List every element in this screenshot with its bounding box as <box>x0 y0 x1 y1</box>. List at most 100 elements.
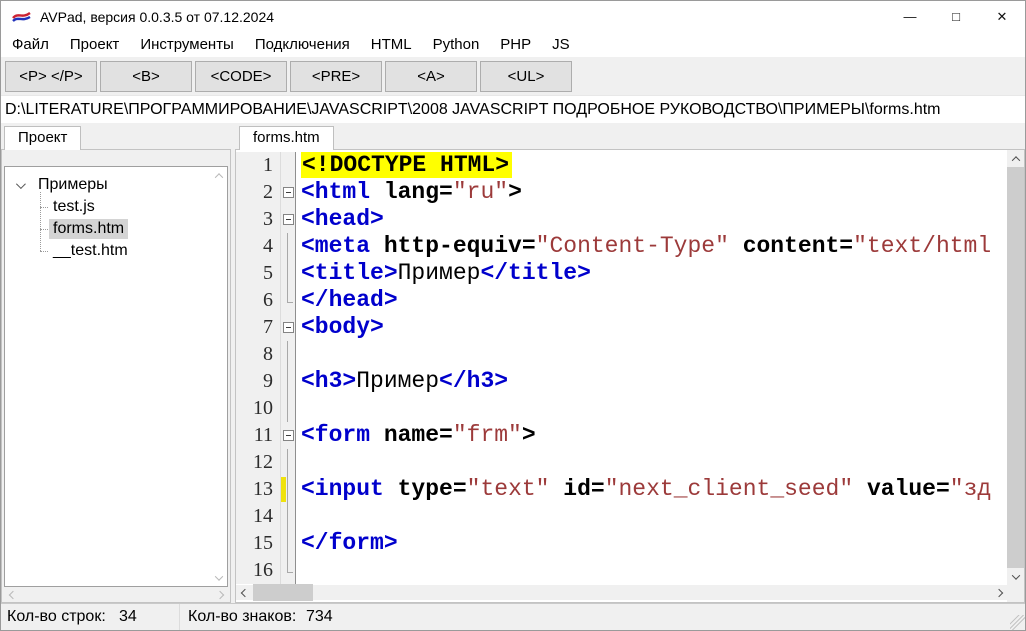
toolbar-button-0[interactable]: <P> </P> <box>5 60 97 92</box>
chevron-right-icon <box>215 590 224 599</box>
chevron-up-icon <box>1011 155 1020 165</box>
fold-toggle-icon[interactable] <box>280 422 296 449</box>
scroll-track <box>210 184 227 569</box>
fold-toggle-icon[interactable] <box>280 314 296 341</box>
lines-count-value: 34 <box>119 608 137 625</box>
fold-margin <box>280 260 296 287</box>
line-number: 10 <box>236 395 280 422</box>
app-logo-icon <box>12 11 31 22</box>
menu-item-1[interactable]: Проект <box>61 34 128 55</box>
line-number: 1 <box>236 152 280 179</box>
chevron-down-icon[interactable] <box>15 178 26 189</box>
tree-item[interactable]: test.js <box>5 196 210 218</box>
line-number: 12 <box>236 449 280 476</box>
menu-bar: Файл Проект Инструменты Подключения HTML Pyth… <box>1 32 1025 57</box>
editor-line: 3 <head> <box>236 206 1007 233</box>
line-number: 14 <box>236 503 280 530</box>
line-number: 15 <box>236 530 280 557</box>
fold-margin <box>280 449 296 476</box>
chars-count-label: Кол-во знаков: <box>188 608 297 625</box>
tree-item[interactable]: forms.htm <box>5 218 210 240</box>
tree-root-label: Примеры <box>38 176 108 193</box>
menu-item-4[interactable]: HTML <box>362 34 421 55</box>
window-title: AVPad, версия 0.0.3.5 от 07.12.2024 <box>40 8 275 25</box>
scroll-down-button[interactable] <box>210 569 227 586</box>
scroll-up-button[interactable] <box>1007 150 1024 167</box>
scrollbar-corner <box>1007 585 1024 602</box>
tab-forms-htm[interactable]: forms.htm <box>239 126 334 150</box>
chevron-down-icon <box>214 571 223 581</box>
editor-lines[interactable]: 1 <!DOCTYPE HTML> 2 <html lang="ru"> 3 <head>… <box>236 150 1007 585</box>
project-tree: Примеры test.js forms.htm __test.htm <box>4 166 228 587</box>
menu-item-3[interactable]: Подключения <box>246 34 359 55</box>
line-number: 4 <box>236 233 280 260</box>
scroll-thumb[interactable] <box>1007 167 1024 568</box>
chevron-down-icon <box>1011 570 1020 580</box>
fold-margin <box>280 233 296 260</box>
chevron-left-icon <box>8 590 17 599</box>
code-line: <form name="frm"> <box>301 422 536 448</box>
tree-horizontal-scrollbar[interactable] <box>4 587 228 602</box>
tree-item[interactable]: __test.htm <box>5 240 210 262</box>
toolbar-button-4[interactable]: <A> <box>385 60 477 92</box>
toolbar-button-5[interactable]: <UL> <box>480 60 572 92</box>
scroll-right-button[interactable] <box>211 587 228 602</box>
scroll-left-button[interactable] <box>236 584 253 601</box>
editor-line: 14 <box>236 503 1007 530</box>
tree-item-label: test.js <box>53 198 95 215</box>
code-line: <!DOCTYPE HTML> <box>296 152 1007 179</box>
fold-margin <box>280 557 296 584</box>
toolbar-button-3[interactable]: <PRE> <box>290 60 382 92</box>
tree-content[interactable]: Примеры test.js forms.htm __test.htm <box>5 167 210 586</box>
code-line: <body> <box>301 314 384 340</box>
editor-line: 10 <box>236 395 1007 422</box>
editor-line: 1 <!DOCTYPE HTML> <box>236 152 1007 179</box>
line-number: 16 <box>236 557 280 584</box>
editor-line: 4 <meta http-equiv="Content-Type" content… <box>236 233 1007 260</box>
toolbar-button-2[interactable]: <CODE> <box>195 60 287 92</box>
fold-margin <box>280 152 296 179</box>
editor-line: 11 <form name="frm"> <box>236 422 1007 449</box>
scroll-left-button[interactable] <box>4 587 21 602</box>
maximize-button[interactable]: □ <box>933 1 979 32</box>
editor-horizontal-scrollbar[interactable] <box>236 584 1007 601</box>
scroll-thumb[interactable] <box>253 584 313 601</box>
menu-item-2[interactable]: Инструменты <box>131 34 243 55</box>
chevron-right-icon <box>994 588 1003 597</box>
menu-item-5[interactable]: Python <box>424 34 489 55</box>
tree-vertical-scrollbar[interactable] <box>210 167 227 586</box>
tree-item-label: forms.htm <box>49 219 129 239</box>
code-line <box>296 341 1007 368</box>
fold-toggle-icon[interactable] <box>280 179 296 206</box>
menu-item-6[interactable]: PHP <box>491 34 540 55</box>
tree-root-primery[interactable]: Примеры <box>5 174 210 196</box>
code-line: <h3>Пример</h3> <box>301 368 509 394</box>
modified-line-marker <box>281 477 286 502</box>
file-path-bar: D:\LITERATURE\ПРОГРАММИРОВАНИЕ\JAVASCRIP… <box>1 95 1025 123</box>
scroll-up-button[interactable] <box>210 167 227 184</box>
close-button[interactable]: ✕ <box>979 1 1025 32</box>
scroll-track <box>1007 167 1024 568</box>
menu-item-7[interactable]: JS <box>543 34 579 55</box>
main-area: Проект Примеры test.js forms.htm __test.ht… <box>1 123 1025 603</box>
minimize-button[interactable]: — <box>887 1 933 32</box>
scroll-right-button[interactable] <box>990 584 1007 601</box>
fold-margin <box>280 368 296 395</box>
app-window: AVPad, версия 0.0.3.5 от 07.12.2024 — □ … <box>0 0 1026 631</box>
fold-margin <box>280 287 296 314</box>
editor-body: 1 <!DOCTYPE HTML> 2 <html lang="ru"> 3 <head>… <box>235 149 1025 603</box>
toolbar-button-1[interactable]: <B> <box>100 60 192 92</box>
editor-line: 7 <body> <box>236 314 1007 341</box>
editor-line: 12 <box>236 449 1007 476</box>
resize-grip-icon[interactable] <box>1010 615 1025 630</box>
fold-toggle-icon[interactable] <box>280 206 296 233</box>
scroll-down-button[interactable] <box>1007 568 1024 585</box>
tree-item-label: __test.htm <box>53 242 128 259</box>
editor-vertical-scrollbar[interactable] <box>1007 150 1024 585</box>
window-controls: — □ ✕ <box>887 1 1025 32</box>
menu-item-0[interactable]: Файл <box>3 34 58 55</box>
code-line <box>296 449 1007 476</box>
line-number: 9 <box>236 368 280 395</box>
tab-project[interactable]: Проект <box>4 126 82 150</box>
tree-children: test.js forms.htm __test.htm <box>5 192 210 262</box>
